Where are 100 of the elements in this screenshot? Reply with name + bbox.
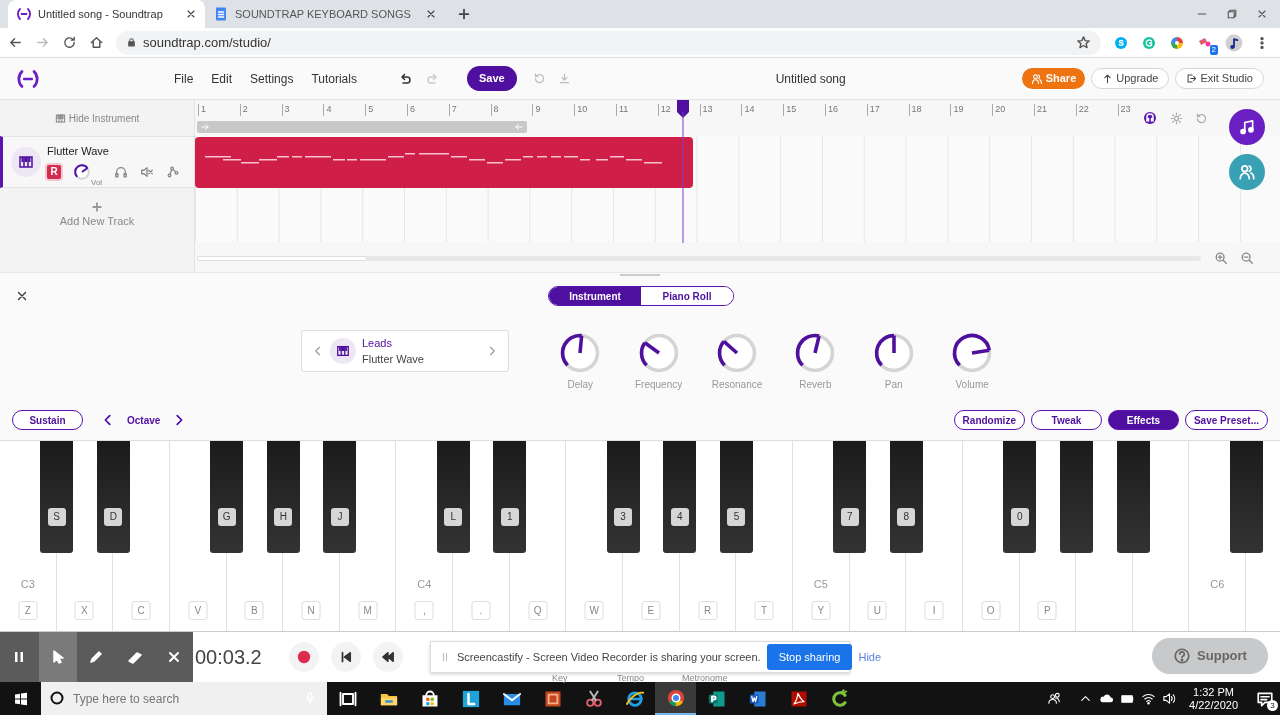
close-icon[interactable] bbox=[15, 289, 29, 303]
panel-tab[interactable]: Instrument bbox=[549, 287, 641, 305]
sharp-key[interactable]: G bbox=[210, 441, 244, 553]
sharp-key[interactable]: H bbox=[266, 441, 300, 553]
piano-keyboard[interactable]: C3 Z X C V B N M C4 , . Q W E R T C5 Y U I O P C6 S D G H J L 1 3 4 5 7 8 0 bbox=[0, 440, 1280, 632]
star-icon[interactable] bbox=[1076, 35, 1091, 50]
sustain-button[interactable]: Sustain bbox=[12, 410, 83, 430]
avatar-icon[interactable] bbox=[1225, 33, 1243, 52]
knob-label: Resonance bbox=[711, 378, 763, 392]
back-icon[interactable] bbox=[8, 35, 23, 50]
sharp-key[interactable] bbox=[1059, 441, 1093, 553]
scroll-thumb[interactable] bbox=[197, 256, 367, 261]
exit-studio-button[interactable]: Exit Studio bbox=[1175, 68, 1264, 89]
sharp-key[interactable]: 8 bbox=[889, 441, 923, 553]
automation-icon[interactable] bbox=[166, 164, 181, 179]
mute-icon[interactable] bbox=[140, 164, 155, 179]
zoom-out-icon[interactable] bbox=[1240, 251, 1254, 265]
people-icon bbox=[1030, 72, 1043, 85]
bar-number: 8 bbox=[490, 104, 499, 116]
highlighter-icon[interactable] bbox=[127, 649, 144, 665]
sharp-key[interactable]: J bbox=[323, 441, 357, 553]
menu-item[interactable]: File bbox=[174, 69, 194, 88]
wifi-icon[interactable] bbox=[1141, 691, 1157, 706]
extension-badge: 2 bbox=[1209, 44, 1218, 55]
upgrade-button[interactable]: Upgrade bbox=[1091, 68, 1170, 89]
record-button[interactable] bbox=[289, 642, 319, 672]
bar-number: 15 bbox=[783, 104, 797, 116]
headphones-icon[interactable] bbox=[114, 164, 129, 179]
panel-button[interactable]: Tweak bbox=[1030, 410, 1102, 430]
restore-icon[interactable] bbox=[1226, 8, 1238, 20]
save-button[interactable]: Save bbox=[466, 66, 517, 91]
panel-tab[interactable]: Piano Roll bbox=[641, 287, 733, 305]
key-label: S bbox=[47, 508, 66, 526]
volume-knob[interactable] bbox=[73, 162, 91, 181]
clock[interactable]: 1:32 PM 4/22/2020 bbox=[1189, 685, 1238, 712]
sharp-key[interactable]: 7 bbox=[833, 441, 867, 553]
bar-number: 2 bbox=[239, 104, 248, 116]
app-icon[interactable] bbox=[829, 688, 850, 709]
sharp-key[interactable]: 3 bbox=[606, 441, 640, 553]
panel-button[interactable]: Effects bbox=[1107, 410, 1179, 430]
close-icon[interactable] bbox=[185, 8, 197, 20]
address-bar[interactable]: soundtrap.com/studio/ bbox=[116, 30, 1101, 55]
sharp-key[interactable]: 0 bbox=[1003, 441, 1037, 553]
track-header[interactable]: Flutter Wave R Vol bbox=[0, 136, 194, 188]
midi-clip[interactable] bbox=[195, 137, 693, 188]
pen-icon[interactable] bbox=[88, 649, 105, 665]
music-button[interactable] bbox=[1229, 109, 1265, 145]
stop-sharing-button[interactable]: Stop sharing bbox=[766, 644, 853, 670]
scrollbar[interactable] bbox=[197, 256, 1201, 261]
key-label: 8 bbox=[897, 508, 916, 526]
panel-button[interactable]: Randomize bbox=[953, 410, 1025, 430]
close-icon[interactable] bbox=[425, 8, 437, 20]
knob-label: Reverb bbox=[799, 378, 832, 392]
tuner-icon[interactable] bbox=[1142, 110, 1158, 126]
close-icon[interactable] bbox=[1256, 8, 1268, 20]
knob-label: Frequency bbox=[634, 378, 683, 392]
sharp-key[interactable]: S bbox=[40, 441, 74, 553]
song-title[interactable]: Untitled song bbox=[775, 69, 846, 88]
sharp-key[interactable]: L bbox=[436, 441, 470, 553]
browser-tab[interactable]: SOUNDTRAP KEYBOARD SONGS bbox=[205, 0, 445, 28]
sharp-key[interactable]: 4 bbox=[663, 441, 697, 553]
sharp-key[interactable] bbox=[1229, 441, 1263, 553]
bar-number: 20 bbox=[992, 104, 1006, 116]
note-label: C6 bbox=[1209, 577, 1226, 592]
playhead[interactable] bbox=[676, 100, 691, 243]
sharp-key[interactable]: 1 bbox=[493, 441, 527, 553]
sharp-key[interactable]: 5 bbox=[719, 441, 753, 553]
instrument-icon bbox=[11, 147, 41, 177]
skip-back-button[interactable] bbox=[331, 642, 361, 672]
menu-item[interactable]: Settings bbox=[250, 69, 294, 88]
key-label: 3 bbox=[614, 508, 633, 526]
browser-icon[interactable] bbox=[624, 688, 645, 709]
people-icon[interactable] bbox=[1047, 691, 1063, 706]
zoom-in-icon[interactable] bbox=[1214, 251, 1228, 265]
bar-number: 16 bbox=[825, 104, 838, 116]
rewind-button[interactable] bbox=[373, 642, 403, 672]
bar-number: 21 bbox=[1034, 104, 1047, 116]
home-icon[interactable] bbox=[89, 35, 104, 50]
search-field[interactable]: Type here to search bbox=[41, 682, 327, 715]
browser-tab[interactable]: Untitled song - Soundtrap bbox=[8, 0, 205, 28]
panel-button[interactable]: Save Preset... bbox=[1184, 410, 1268, 430]
sharp-key[interactable]: D bbox=[96, 441, 130, 553]
preset-name: Flutter Wave bbox=[362, 352, 425, 367]
menu-item[interactable]: Edit bbox=[211, 69, 233, 88]
new-tab-icon[interactable] bbox=[457, 7, 471, 21]
scissors-icon[interactable] bbox=[583, 688, 604, 709]
menu-item[interactable]: Tutorials bbox=[311, 69, 357, 88]
bar-number: 5 bbox=[365, 104, 374, 116]
app-icon[interactable] bbox=[460, 688, 481, 709]
rewind-icon bbox=[381, 650, 395, 664]
browser-icon[interactable] bbox=[665, 687, 686, 708]
hide-link[interactable]: Hide bbox=[858, 648, 882, 666]
bar-number: 13 bbox=[699, 104, 713, 116]
volume-icon[interactable] bbox=[1162, 691, 1178, 706]
extension-icon[interactable] bbox=[1169, 34, 1185, 51]
sharp-key[interactable] bbox=[1116, 441, 1150, 553]
octave-label: Octave bbox=[127, 413, 161, 428]
record-arm-button[interactable]: R bbox=[47, 164, 61, 179]
reload-icon[interactable] bbox=[62, 35, 77, 50]
knob-label: Delay bbox=[567, 378, 593, 392]
